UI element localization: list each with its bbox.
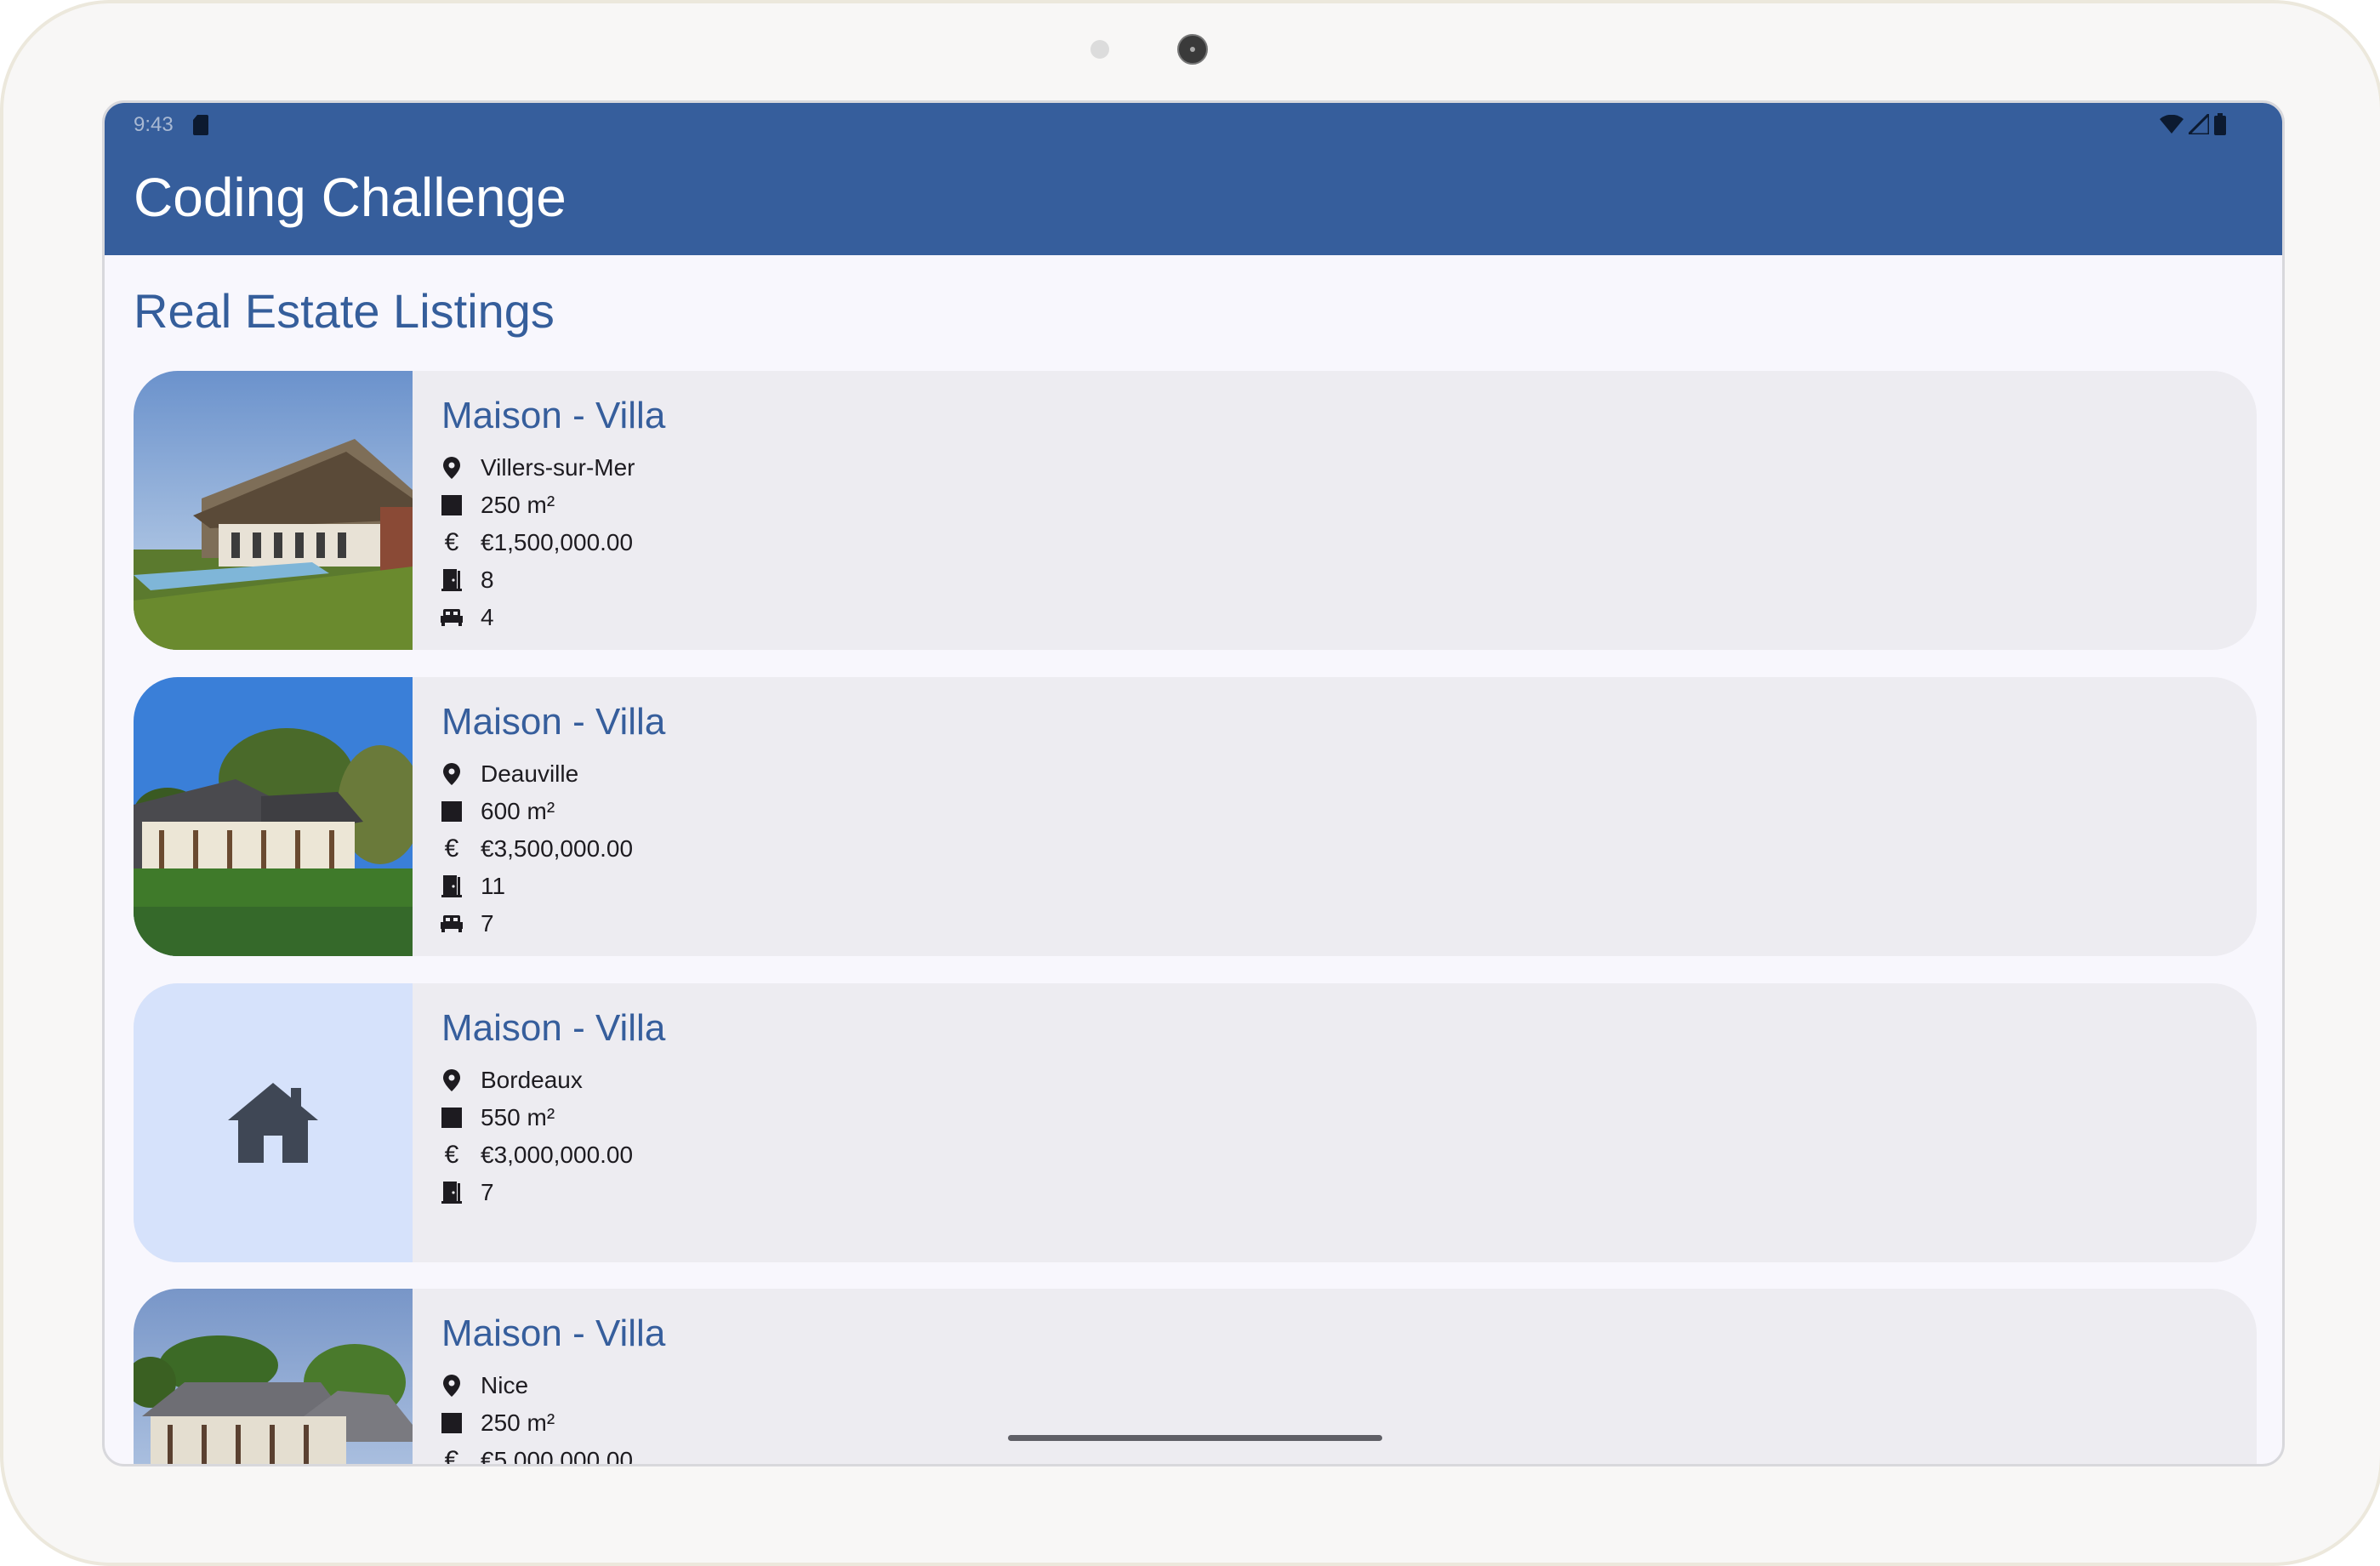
battery-icon [2214, 113, 2226, 135]
listing-details: Nice 250 m² € €5,000,000.00 [440, 1367, 634, 1466]
location-pin-icon [440, 1374, 464, 1398]
screen: 9:43 Coding Challenge Real Estate Listin… [102, 100, 2285, 1466]
listing-price: €3,000,000.00 [481, 1142, 634, 1168]
listing-photo [134, 1289, 413, 1464]
detail-rooms: 7 [440, 1174, 633, 1211]
listing-details: Bordeaux 550 m² € €3,000,000.00 7 [440, 1062, 633, 1211]
listing-price: €3,500,000.00 [481, 835, 634, 862]
listing-price: €1,500,000.00 [481, 529, 634, 555]
front-camera [1177, 34, 1208, 65]
listing-title: Maison - Villa [441, 1313, 666, 1354]
euro-icon: € [444, 834, 459, 863]
listing-price: €5,000,000.00 [481, 1447, 634, 1466]
location-pin-icon [440, 762, 464, 786]
app-title: Coding Challenge [134, 167, 567, 228]
listing-title: Maison - Villa [441, 1007, 666, 1049]
tablet-frame: 9:43 Coding Challenge Real Estate Listin… [0, 0, 2380, 1566]
euro-icon: € [444, 1446, 459, 1466]
listing-area: 250 m² [481, 1409, 555, 1436]
listing-photo [134, 677, 413, 956]
detail-bedrooms: 7 [440, 905, 633, 942]
detail-price: € €3,500,000.00 [440, 830, 633, 868]
listing-card[interactable]: Maison - Villa Deauville 600 m² € €3,500… [134, 677, 2257, 956]
listing-city: Villers-sur-Mer [481, 454, 635, 481]
bed-icon [440, 912, 464, 936]
gesture-home-bar[interactable] [1008, 1435, 1382, 1441]
detail-price: € €3,000,000.00 [440, 1136, 633, 1174]
euro-icon: € [444, 528, 459, 556]
status-time: 9:43 [134, 113, 174, 136]
detail-city: Villers-sur-Mer [440, 449, 635, 487]
detail-area: 250 m² [440, 1404, 633, 1442]
listing-area: 250 m² [481, 492, 555, 518]
listing-title: Maison - Villa [441, 395, 666, 436]
listing-bedrooms: 4 [481, 604, 494, 630]
listing-photo-placeholder [134, 983, 413, 1262]
euro-icon: € [444, 1141, 459, 1169]
door-icon [440, 568, 464, 592]
detail-rooms: 8 [440, 561, 635, 599]
detail-rooms: 11 [440, 868, 633, 905]
sd-card-icon [193, 115, 208, 135]
sensor-dot [1090, 40, 1109, 59]
detail-price: € €5,000,000.00 [440, 1442, 634, 1466]
section-title: Real Estate Listings [134, 284, 555, 338]
listing-rooms: 7 [481, 1179, 494, 1205]
listing-photo [134, 371, 413, 650]
door-icon [440, 874, 464, 898]
area-square-icon [440, 493, 464, 517]
listing-bedrooms: 7 [481, 910, 494, 937]
listing-area: 600 m² [481, 798, 555, 824]
listing-details: Villers-sur-Mer 250 m² € €1,500,000.00 8 [440, 449, 635, 636]
detail-city: Nice [440, 1367, 633, 1404]
listing-card[interactable]: Maison - Villa Villers-sur-Mer 250 m² € … [134, 371, 2257, 650]
listing-title: Maison - Villa [441, 701, 666, 743]
top-app-bar: 9:43 Coding Challenge [105, 103, 2282, 255]
location-pin-icon [440, 456, 464, 480]
location-pin-icon [440, 1068, 464, 1092]
signal-icon [2189, 114, 2209, 134]
detail-city: Bordeaux [440, 1062, 633, 1099]
area-square-icon [440, 1106, 464, 1130]
detail-bedrooms: 4 [440, 599, 635, 636]
detail-area: 600 m² [440, 793, 633, 830]
detail-price: € €1,500,000.00 [440, 524, 635, 561]
listing-city: Bordeaux [481, 1067, 583, 1093]
listing-rooms: 11 [481, 873, 506, 899]
wifi-icon [2160, 115, 2184, 134]
detail-area: 250 m² [440, 487, 635, 524]
area-square-icon [440, 800, 464, 823]
status-icons [2160, 113, 2226, 135]
listing-city: Nice [481, 1372, 529, 1398]
bed-icon [440, 606, 464, 629]
listing-card[interactable]: Maison - Villa Bordeaux 550 m² € €3,000,… [134, 983, 2257, 1262]
listing-city: Deauville [481, 760, 579, 787]
area-square-icon [440, 1411, 464, 1435]
listing-rooms: 8 [481, 567, 494, 593]
listing-area: 550 m² [481, 1104, 555, 1130]
detail-area: 550 m² [440, 1099, 633, 1136]
house-icon [228, 1083, 318, 1163]
detail-city: Deauville [440, 755, 633, 793]
door-icon [440, 1181, 464, 1204]
listing-details: Deauville 600 m² € €3,500,000.00 11 7 [440, 755, 633, 942]
